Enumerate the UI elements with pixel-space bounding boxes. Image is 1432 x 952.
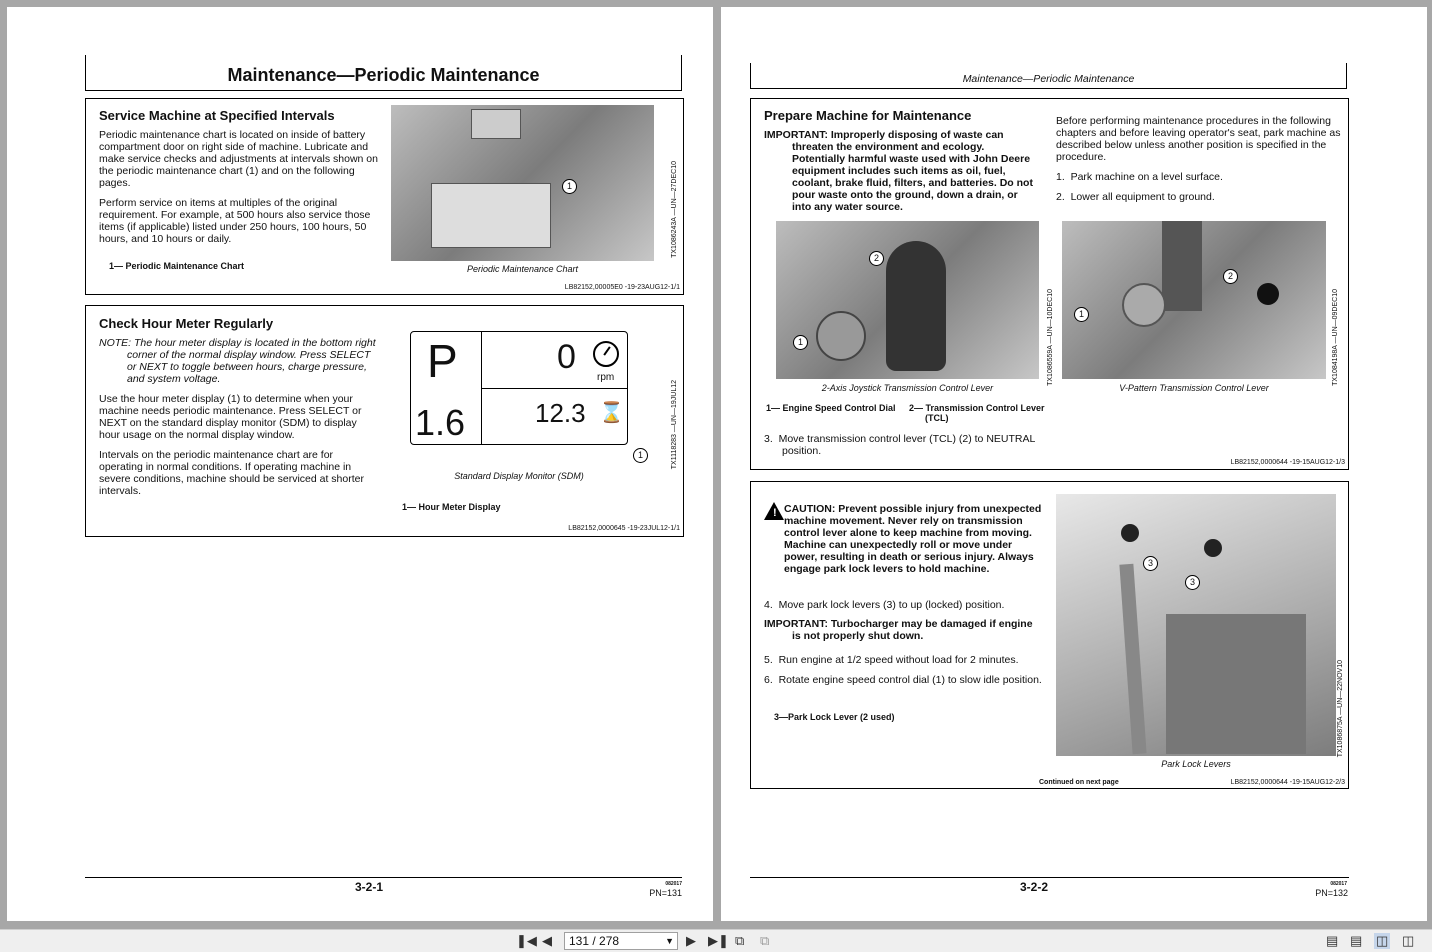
step-4: 4. Move park lock levers (3) to up (lock…	[764, 599, 1005, 611]
callout-1: 1	[633, 448, 648, 463]
figure-id: TX1118283 —UN—19JUL12	[671, 380, 678, 470]
joystick-photo: 2 1	[776, 221, 1039, 379]
callout-1: 1	[1074, 307, 1089, 322]
page-number-input[interactable]: 131 / 278 ▼	[564, 932, 678, 950]
figure-legend-2: 2— Transmission Control Lever (TCL)	[909, 403, 1045, 423]
sdm-display: P 1.6 0 rpm 12.3 ⌛	[410, 331, 628, 445]
figure-legend: 1— Periodic Maintenance Chart	[109, 261, 245, 271]
sdm-hours: 12.3	[535, 398, 586, 428]
step-5: 5. Run engine at 1/2 speed without load …	[764, 654, 1019, 666]
section-ref: LB82152,00005E0 -19-23AUG12-1/1	[564, 284, 680, 291]
park-lock-photo: 3 3	[1056, 494, 1336, 756]
right-header-box: Maintenance—Periodic Maintenance	[750, 63, 1347, 89]
warning-icon: !	[764, 502, 784, 520]
caution-notice: CAUTION: Prevent possible injury from un…	[784, 503, 1042, 575]
callout-1: 1	[793, 335, 808, 350]
left-page: Maintenance—Periodic Maintenance Service…	[7, 7, 713, 921]
figure-legend-1: 1— Engine Speed Control Dial	[766, 403, 896, 413]
maintenance-chart-photo: 1	[391, 105, 654, 261]
v-pattern-photo: 2 1	[1062, 221, 1326, 379]
figure-id: TX1084198A —UN—09DEC10	[1332, 289, 1339, 386]
footer-code: 082017	[665, 881, 682, 887]
figure-id: TX1086243A —UN—27DEC10	[671, 161, 678, 258]
sdm-unit: rpm	[597, 372, 615, 383]
paragraph: Periodic maintenance chart is located on…	[99, 129, 378, 189]
step-1: 1. Park machine on a level surface.	[1056, 171, 1223, 183]
note: NOTE: The hour meter display is located …	[99, 337, 376, 385]
right-page: Maintenance—Periodic Maintenance Prepare…	[721, 7, 1427, 921]
left-header-title: Maintenance—Periodic Maintenance	[227, 65, 540, 85]
park-lock-section: ! CAUTION: Prevent possible injury from …	[750, 481, 1349, 789]
continuous-view-icon[interactable]: ▤	[1350, 933, 1362, 949]
section-body: NOTE: The hour meter display is located …	[99, 337, 379, 505]
figure-id: TX1086559A —UN—10DEC10	[1047, 289, 1054, 386]
page-number: 3-2-2	[1020, 880, 1049, 894]
continued-note: Continued on next page	[1039, 779, 1119, 786]
sdm-left-value: 1.6	[415, 402, 466, 443]
step-3: 3. Move transmission control lever (TCL)…	[764, 433, 1035, 457]
figure-caption: Standard Display Monitor (SDM)	[454, 471, 584, 481]
figure-legend: 1— Hour Meter Display	[402, 502, 501, 512]
step-6: 6. Rotate engine speed control dial (1) …	[764, 674, 1042, 686]
figure-legend: 3—Park Lock Lever (2 used)	[774, 712, 895, 722]
section-title: Check Hour Meter Regularly	[99, 316, 274, 331]
last-page-icon[interactable]: ▶❚	[708, 933, 729, 949]
viewer-toolbar: ❚◀ ◀ 131 / 278 ▼ ▶ ▶❚ ⧉ ⧉ ▤ ▤ ◫ ◫	[0, 929, 1432, 952]
left-header-box: Maintenance—Periodic Maintenance	[85, 55, 682, 91]
right-header-title: Maintenance—Periodic Maintenance	[962, 73, 1135, 85]
rpm-dial-icon	[593, 341, 619, 367]
figure-caption: Periodic Maintenance Chart	[466, 264, 579, 274]
next-page-icon[interactable]: ▶	[686, 933, 696, 949]
rotate-view-icon[interactable]: ⧉	[735, 933, 744, 949]
section-title: Service Machine at Specified Intervals	[99, 108, 335, 123]
figure-id: TX1086875A —UN—22NOV10	[1337, 660, 1344, 758]
section-ref: LB82152,0000645 -19-23JUL12-1/1	[568, 525, 680, 532]
sdm-gear: P	[427, 335, 458, 387]
single-page-view-icon[interactable]: ▤	[1326, 933, 1338, 949]
copy-page-icon[interactable]: ⧉	[760, 933, 769, 949]
footer-rule	[85, 877, 682, 878]
prev-page-icon[interactable]: ◀	[542, 933, 552, 949]
paragraph: Intervals on the periodic maintenance ch…	[99, 449, 364, 497]
section-body: Periodic maintenance chart is located on…	[99, 129, 381, 253]
paragraph: Perform service on items at multiples of…	[99, 197, 371, 245]
callout-2: 2	[1223, 269, 1238, 284]
two-page-view-icon[interactable]: ◫	[1374, 933, 1391, 949]
important-notice: IMPORTANT: Turbocharger may be damaged i…	[764, 618, 1033, 642]
callout-3: 3	[1143, 556, 1158, 571]
footer-pn: PN=132	[1315, 888, 1348, 898]
page-number: 3-2-1	[355, 880, 384, 894]
callout-2: 2	[869, 251, 884, 266]
hourglass-icon: ⌛	[599, 402, 624, 424]
sdm-speed: 0	[557, 338, 576, 376]
section-ref: LB82152,0000644 -19-15AUG12-1/3	[1230, 459, 1345, 466]
service-intervals-section: Service Machine at Specified Intervals P…	[85, 98, 684, 295]
two-page-continuous-icon[interactable]: ◫	[1402, 933, 1414, 949]
step-2: 2. Lower all equipment to ground.	[1056, 191, 1215, 203]
section-intro: Before performing maintenance procedures…	[1056, 115, 1341, 211]
section-title: Prepare Machine for Maintenance	[764, 108, 972, 123]
footer-code: 082017	[1330, 881, 1347, 887]
footer-pn: PN=131	[649, 888, 682, 898]
callout-1: 1	[562, 179, 577, 194]
figure-caption: V-Pattern Transmission Control Lever	[1119, 383, 1269, 393]
footer-rule	[750, 877, 1349, 878]
callout-3: 3	[1185, 575, 1200, 590]
first-page-icon[interactable]: ❚◀	[516, 933, 537, 949]
hour-meter-section: Check Hour Meter Regularly NOTE: The hou…	[85, 305, 684, 537]
figure-caption: Park Lock Levers	[1161, 759, 1231, 769]
figure-caption: 2-Axis Joystick Transmission Control Lev…	[821, 383, 994, 393]
prepare-machine-section: Prepare Machine for Maintenance IMPORTAN…	[750, 98, 1349, 470]
paragraph: Use the hour meter display (1) to determ…	[99, 393, 362, 441]
section-ref: LB82152,0000644 -19-15AUG12-2/3	[1230, 779, 1345, 786]
paragraph: Before performing maintenance procedures…	[1056, 115, 1341, 163]
important-notice: IMPORTANT: Improperly disposing of waste…	[764, 129, 1033, 213]
chevron-down-icon[interactable]: ▼	[665, 933, 674, 949]
page-value: 131 / 278	[569, 934, 620, 948]
